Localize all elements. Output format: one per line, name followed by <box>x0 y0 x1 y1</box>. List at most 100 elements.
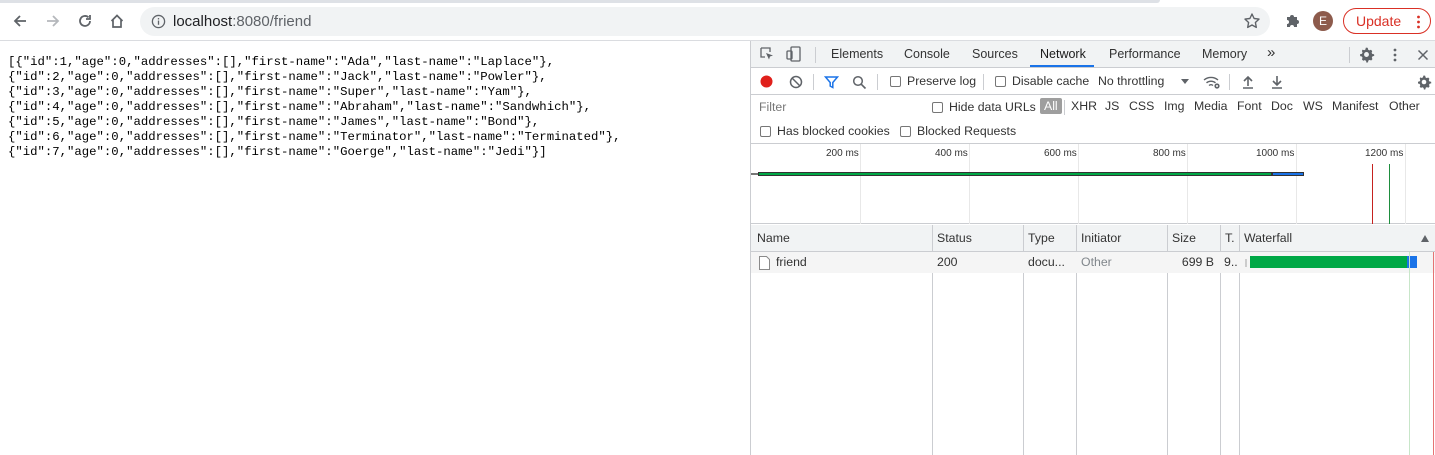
column-header-status[interactable]: Status <box>937 231 972 245</box>
request-time: 9.. <box>1224 255 1238 269</box>
address-bar[interactable]: localhost:8080/friend <box>140 7 1270 36</box>
reload-button[interactable] <box>72 8 98 34</box>
preserve-log-checkbox[interactable] <box>890 76 901 87</box>
json-line: {"id":6,"age":0,"addresses":[],"first-na… <box>8 130 621 144</box>
clear-button[interactable] <box>788 74 803 89</box>
request-name: friend <box>776 255 807 269</box>
wifi-settings-icon <box>1203 76 1220 89</box>
has-blocked-cookies-label: Has blocked cookies <box>777 124 890 138</box>
disable-cache-label: Disable cache <box>1012 74 1090 88</box>
json-line: {"id":4,"age":0,"addresses":[],"first-na… <box>8 100 591 114</box>
close-devtools-button[interactable] <box>1415 47 1430 62</box>
preserve-log-label: Preserve log <box>907 74 977 88</box>
column-header-waterfall[interactable]: Waterfall <box>1244 231 1292 245</box>
filter-type-other[interactable]: Other <box>1389 99 1420 113</box>
search-button[interactable] <box>851 74 867 90</box>
separator <box>813 74 814 90</box>
filter-type-all[interactable]: All <box>1040 98 1062 114</box>
page-content: [{"id":1,"age":0,"addresses":[],"first-n… <box>0 41 750 455</box>
filter-type-ws[interactable]: WS <box>1303 99 1323 113</box>
filter-type-media[interactable]: Media <box>1194 99 1228 113</box>
filter-type-js[interactable]: JS <box>1105 99 1119 113</box>
home-button[interactable] <box>104 8 130 34</box>
filter-icon <box>823 75 839 89</box>
separator <box>815 47 816 63</box>
tab-performance[interactable]: Performance <box>1109 47 1181 61</box>
settings-button[interactable] <box>1358 46 1375 63</box>
back-icon <box>13 15 26 27</box>
more-tabs-button[interactable]: » <box>1267 44 1275 61</box>
network-overview[interactable]: 200 ms 400 ms 600 ms 800 ms 1000 ms 1200… <box>751 144 1435 224</box>
filter-type-css[interactable]: CSS <box>1129 99 1154 113</box>
info-icon[interactable] <box>151 14 166 29</box>
avatar[interactable]: E <box>1313 11 1333 31</box>
table-row[interactable]: friend 200 docu... Other 699 B 9.. <box>751 252 1435 273</box>
overview-tick-label: 400 ms <box>935 148 968 159</box>
column-header-size[interactable]: Size <box>1172 231 1196 245</box>
overview-request-bar <box>758 172 1272 176</box>
request-table: Name Status Type Initiator Size T. Water… <box>751 225 1435 455</box>
filter-type-font[interactable]: Font <box>1237 99 1262 113</box>
separator <box>1229 74 1230 90</box>
active-tab-indicator <box>1030 65 1094 67</box>
column-header-type[interactable]: Type <box>1028 231 1055 245</box>
tab-strip <box>0 0 1160 3</box>
blocked-requests-checkbox[interactable] <box>900 126 911 137</box>
blocked-filter-bar: Has blocked cookies Blocked Requests <box>751 120 1435 144</box>
disable-cache-checkbox[interactable] <box>995 76 1006 87</box>
network-settings-button[interactable] <box>1415 73 1432 90</box>
filter-type-doc[interactable]: Doc <box>1271 99 1293 113</box>
filter-toggle-button[interactable] <box>823 74 839 90</box>
forward-icon <box>47 15 60 27</box>
filter-input[interactable]: Filter <box>754 98 918 117</box>
json-line: {"id":5,"age":0,"addresses":[],"first-na… <box>8 115 540 129</box>
update-button[interactable]: Update <box>1343 8 1431 34</box>
kebab-icon <box>1393 48 1397 61</box>
waterfall-queue-bar <box>1245 259 1247 267</box>
waterfall-load-marker <box>1433 252 1434 455</box>
forward-button[interactable] <box>40 8 66 34</box>
device-toolbar-button[interactable] <box>785 45 803 63</box>
filter-type-manifest[interactable]: Manifest <box>1332 99 1378 113</box>
column-header-time[interactable]: T. <box>1225 231 1235 245</box>
inspect-element-button[interactable] <box>759 46 775 62</box>
overview-tick-label: 600 ms <box>1044 148 1077 159</box>
waterfall-waiting-bar <box>1250 256 1407 268</box>
column-header-name[interactable]: Name <box>757 231 790 245</box>
has-blocked-cookies-checkbox[interactable] <box>760 126 771 137</box>
tab-network[interactable]: Network <box>1040 47 1086 61</box>
request-table-header: Name Status Type Initiator Size T. Water… <box>751 225 1435 252</box>
devtools-panel: Elements Console Sources Network Perform… <box>750 41 1435 455</box>
column-header-initiator[interactable]: Initiator <box>1081 231 1121 245</box>
separator <box>1064 100 1065 115</box>
devtools-menu-button[interactable] <box>1388 46 1402 63</box>
tab-sources[interactable]: Sources <box>972 47 1018 61</box>
puzzle-icon[interactable] <box>1283 11 1303 31</box>
json-response: [{"id":1,"age":0,"addresses":[],"first-n… <box>8 55 621 160</box>
export-har-button[interactable] <box>1269 73 1285 90</box>
inspect-icon <box>760 47 773 60</box>
gear-icon <box>1360 47 1375 63</box>
back-button[interactable] <box>7 8 33 34</box>
tab-console[interactable]: Console <box>904 47 950 61</box>
throttling-select[interactable]: No throttling <box>1098 72 1190 91</box>
document-icon <box>759 256 770 270</box>
network-conditions-button[interactable] <box>1203 73 1221 91</box>
throttling-value: No throttling <box>1098 74 1165 88</box>
blocked-requests-label: Blocked Requests <box>917 124 1017 138</box>
filter-type-img[interactable]: Img <box>1164 99 1185 113</box>
sort-ascending-icon <box>1421 235 1429 242</box>
filter-type-xhr[interactable]: XHR <box>1071 99 1097 113</box>
overview-gridline <box>1405 144 1406 224</box>
home-icon <box>110 14 124 28</box>
star-icon[interactable] <box>1243 12 1261 30</box>
tab-elements[interactable]: Elements <box>831 47 883 61</box>
overview-gridline <box>1078 144 1079 224</box>
device-icon <box>786 46 801 62</box>
record-button[interactable] <box>759 74 774 89</box>
request-type: docu... <box>1028 255 1065 269</box>
import-har-button[interactable] <box>1240 73 1256 90</box>
tab-memory[interactable]: Memory <box>1202 47 1247 61</box>
hide-data-urls-checkbox[interactable] <box>932 102 943 113</box>
overview-tick-label: 200 ms <box>826 148 859 159</box>
